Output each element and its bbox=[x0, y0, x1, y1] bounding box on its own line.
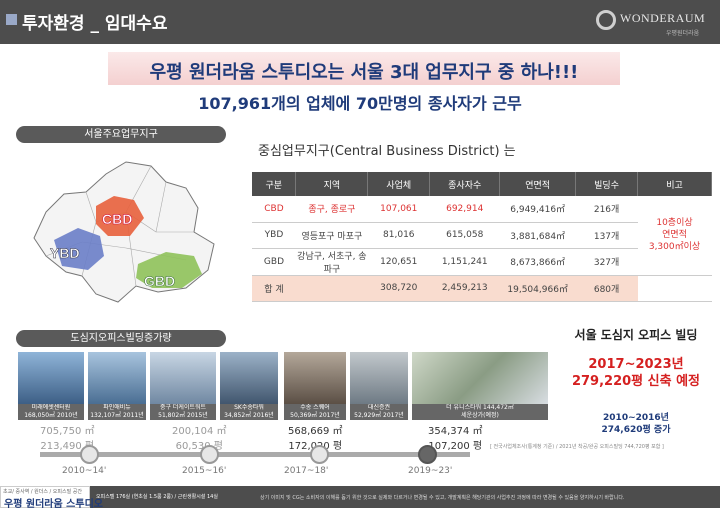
building-photo: 더 유니스타워 144,472㎡ 세운상가(예정) bbox=[412, 352, 548, 420]
table-cell: 8,673,866㎡ bbox=[499, 248, 576, 276]
timeline-bar bbox=[40, 452, 470, 457]
photo-caption: 더 유니스타워 144,472㎡ 세운상가(예정) bbox=[412, 404, 548, 420]
note-line: 3,300㎡이상 bbox=[648, 242, 701, 253]
table-cell: 3,881,684㎡ bbox=[499, 222, 576, 249]
table-cell: 6,949,416㎡ bbox=[499, 196, 576, 223]
timeline-dot bbox=[418, 445, 437, 464]
business-district-table: 구분 지역 사업체 종사자수 연면적 빌딩수 비고 CBD 종구, 종로구 10… bbox=[252, 172, 712, 302]
building-image bbox=[350, 352, 408, 404]
growth-section-tag: 도심지오피스빌딩증가량 bbox=[16, 330, 226, 347]
table-row: CBD 종구, 종로구 107,061 692,914 6,949,416㎡ 2… bbox=[252, 196, 712, 276]
gbd-label: GBD bbox=[144, 273, 175, 289]
building-photo: 중구 더케이트워트 51,802㎡ 2015년 bbox=[150, 352, 216, 420]
photo-caption: 파인애비뉴 132,107㎡ 2011년 bbox=[88, 404, 146, 420]
table-cell: 107,061 bbox=[367, 196, 430, 223]
table-cell: 2,459,213 bbox=[429, 275, 500, 302]
building-photo: 미래에셋센터원 168,050㎡ 2010년 bbox=[18, 352, 84, 420]
subheadline: 107,961개의 업체에 70만명의 종사자가 근무 bbox=[198, 94, 522, 113]
footer-unit-info: 오피스텔 176실 (연초실 1.5룸 2룸) / 근린생활시설 14실 bbox=[96, 494, 218, 500]
col-header: 종사자수 bbox=[429, 172, 501, 196]
table-note-cell: 10층이상 연면적 3,300㎡이상 bbox=[637, 196, 712, 276]
footer-bar: 초교/ 중사역 / 원더스 / 오피스빌 공간 우평 원더라움 스투디오 오피스… bbox=[0, 486, 720, 508]
footer-brand-name: 우평 원더라움 스투디오 bbox=[4, 499, 103, 508]
headline-text: 우평 원더라움 스투디오는 서울 3대 업무지구 중 하나!!! bbox=[149, 62, 579, 83]
footer-disclaimer: 상기 이미지 및 CG는 소비자의 이해를 돕기 위한 것으로 실제와 다르거나… bbox=[260, 495, 625, 501]
table-cell: 137개 bbox=[575, 222, 638, 249]
table-cell: 692,914 bbox=[429, 196, 500, 223]
brand-logo: WONDERAUM 우평원더라움 bbox=[596, 6, 706, 38]
table-cell: CBD bbox=[252, 196, 296, 223]
ybd-label: YBD bbox=[50, 245, 80, 261]
cbd-label: CBD bbox=[102, 211, 132, 227]
building-photo: 대신증권 52,929㎡ 2017년 bbox=[350, 352, 408, 420]
table-cell: 1,151,241 bbox=[429, 248, 500, 276]
logo-subtext: 우평원더라움 bbox=[666, 30, 700, 37]
timeline bbox=[20, 442, 560, 466]
photo-caption: 미래에셋센터원 168,050㎡ 2010년 bbox=[18, 404, 84, 420]
headline-banner: 우평 원더라움 스투디오는 서울 3대 업무지구 중 하나!!! bbox=[108, 52, 620, 85]
table-cell: 강남구, 서초구, 송파구 bbox=[295, 248, 368, 276]
building-image bbox=[220, 352, 278, 404]
col-header: 연면적 bbox=[499, 172, 577, 196]
table-cell: GBD bbox=[252, 248, 296, 276]
col-header: 사업체 bbox=[367, 172, 431, 196]
logo-ring-icon bbox=[596, 10, 616, 30]
photo-caption: 수송 스퀘어 50,369㎡ 2017년 bbox=[284, 404, 346, 420]
note-line: 연면적 bbox=[662, 230, 687, 241]
building-image bbox=[88, 352, 146, 404]
timeline-dot bbox=[310, 445, 329, 464]
timeline-label: 2010~14' bbox=[62, 466, 107, 476]
building-image bbox=[18, 352, 84, 404]
photo-caption: SK수송타워 34,852㎡ 2016년 bbox=[220, 404, 278, 420]
footer-brand-box: 초교/ 중사역 / 원더스 / 오피스빌 공간 우평 원더라움 스투디오 bbox=[0, 486, 103, 508]
timeline-label: 2015~16' bbox=[182, 466, 227, 476]
header-square-icon bbox=[6, 14, 17, 25]
table-title: 중심업무지구(Central Business District) 는 bbox=[258, 144, 516, 159]
building-photo: SK수송타워 34,852㎡ 2016년 bbox=[220, 352, 278, 420]
map-section-tag: 서울주요업무지구 bbox=[16, 126, 226, 143]
table-header-row: 구분 지역 사업체 종사자수 연면적 빌딩수 비고 bbox=[252, 172, 712, 196]
seoul-business-district-map: CBD YBD GBD bbox=[33, 161, 215, 303]
col-header: 비고 bbox=[637, 172, 712, 196]
table-cell: 680개 bbox=[575, 275, 638, 302]
callout-title: 서울 도심지 오피스 빌딩 bbox=[574, 328, 698, 342]
table-cell: YBD bbox=[252, 222, 296, 249]
page-title: 투자환경 _ 임대수요 bbox=[22, 14, 168, 34]
photo-caption: 중구 더케이트워트 51,802㎡ 2015년 bbox=[150, 404, 216, 420]
building-image bbox=[150, 352, 216, 404]
note-line: 10층이상 bbox=[656, 218, 693, 229]
header-bar: 투자환경 _ 임대수요 WONDERAUM 우평원더라움 bbox=[0, 0, 720, 44]
building-image bbox=[412, 352, 548, 404]
building-photo-strip: 미래에셋센터원 168,050㎡ 2010년 파인애비뉴 132,107㎡ 2011… bbox=[18, 352, 556, 420]
timeline-dot bbox=[80, 445, 99, 464]
table-cell: 19,504,966㎡ bbox=[499, 275, 576, 302]
table-cell: 216개 bbox=[575, 196, 638, 223]
col-header: 빌딩수 bbox=[575, 172, 639, 196]
callout-area-past: 274,620평 증가 bbox=[601, 425, 671, 435]
timeline-label: 2019~23' bbox=[408, 466, 453, 476]
table-cell: 합 계 bbox=[252, 275, 296, 302]
photo-caption: 대신증권 52,929㎡ 2017년 bbox=[350, 404, 408, 420]
table-cell: 615,058 bbox=[429, 222, 500, 249]
table-total-row: 합 계 308,720 2,459,213 19,504,966㎡ 680개 bbox=[252, 275, 712, 302]
table-cell: 영등포구 마포구 bbox=[295, 222, 368, 249]
table-cell bbox=[295, 275, 368, 302]
table-cell: 327개 bbox=[575, 248, 638, 276]
table-cell: 81,016 bbox=[367, 222, 430, 249]
logo-text: WONDERAUM bbox=[620, 11, 706, 25]
col-header: 구분 bbox=[252, 172, 297, 196]
timeline-label: 2017~18' bbox=[284, 466, 329, 476]
building-photo: 수송 스퀘어 50,369㎡ 2017년 bbox=[284, 352, 346, 420]
timeline-dot bbox=[200, 445, 219, 464]
table-cell: 308,720 bbox=[367, 275, 430, 302]
building-image bbox=[284, 352, 346, 404]
table-cell: 종구, 종로구 bbox=[295, 196, 368, 223]
col-header: 지역 bbox=[295, 172, 369, 196]
table-cell bbox=[637, 275, 712, 302]
building-photo: 파인애비뉴 132,107㎡ 2011년 bbox=[88, 352, 146, 420]
table-cell: 120,651 bbox=[367, 248, 430, 276]
footer-brand-tagline: 초교/ 중사역 / 원더스 / 오피스빌 공간 bbox=[3, 489, 82, 495]
callout-area: 279,220평 신축 예정 bbox=[571, 374, 701, 389]
